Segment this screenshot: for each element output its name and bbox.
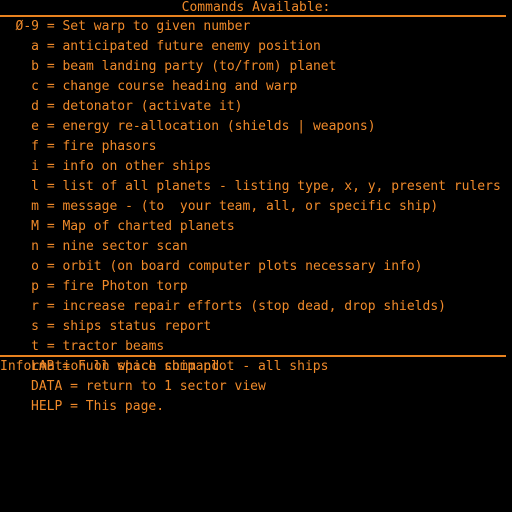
command-row[interactable]: a = anticipated future enemy position xyxy=(0,37,512,57)
page-title: Commands Available: xyxy=(181,0,331,15)
command-row[interactable]: l = list of all planets - listing type, … xyxy=(0,177,512,197)
command-separator: = xyxy=(39,319,63,334)
command-description: orbit (on board computer plots necessary… xyxy=(62,259,423,274)
command-description: Map of charted planets xyxy=(62,219,235,234)
command-row[interactable]: c = change course heading and warp xyxy=(0,77,512,97)
command-row[interactable]: f = fire phasors xyxy=(0,137,512,157)
command-row[interactable]: d = detonator (activate it) xyxy=(0,97,512,117)
command-description: ships status report xyxy=(62,319,212,334)
command-key: M xyxy=(31,219,39,234)
command-row[interactable]: n = nine sector scan xyxy=(0,237,512,257)
command-row[interactable]: M = Map of charted planets xyxy=(0,217,512,237)
command-key: l xyxy=(31,179,39,194)
command-separator: = xyxy=(39,19,63,34)
command-description: beam landing party (to/from) planet xyxy=(62,59,337,74)
command-description: list of all planets - listing type, x, y… xyxy=(62,179,501,194)
terminal-screen: Commands Available: Ø-9 = Set warp to gi… xyxy=(0,0,512,512)
command-row[interactable]: p = fire Photon torp xyxy=(0,277,512,297)
command-key: r xyxy=(31,299,39,314)
command-separator: = xyxy=(39,279,63,294)
command-description: energy re-allocation (shields | weapons) xyxy=(62,119,376,134)
command-separator: = xyxy=(39,179,63,194)
command-description: fire Photon torp xyxy=(62,279,188,294)
command-row[interactable]: b = beam landing party (to/from) planet xyxy=(0,57,512,77)
command-key: e xyxy=(31,119,39,134)
command-description: Set warp to given number xyxy=(62,19,251,34)
command-row[interactable]: o = orbit (on board computer plots neces… xyxy=(0,257,512,277)
command-key: c xyxy=(31,79,39,94)
command-separator: = xyxy=(39,299,63,314)
command-prompt-label: Information on which command xyxy=(0,359,220,374)
command-row[interactable]: DATA = return to 1 sector view xyxy=(0,377,512,397)
command-description: change course heading and warp xyxy=(62,79,298,94)
command-separator: = xyxy=(39,219,63,234)
command-key: t xyxy=(31,339,39,354)
command-description: increase repair efforts (stop dead, drop… xyxy=(62,299,446,314)
command-row[interactable]: r = increase repair efforts (stop dead, … xyxy=(0,297,512,317)
command-key: d xyxy=(31,99,39,114)
command-separator: = xyxy=(39,79,63,94)
command-key: p xyxy=(31,279,39,294)
command-separator: = xyxy=(39,159,63,174)
command-description: tractor beams xyxy=(62,339,165,354)
command-separator: = xyxy=(39,259,63,274)
command-description: nine sector scan xyxy=(62,239,188,254)
command-separator: = xyxy=(39,239,63,254)
command-separator: = xyxy=(62,399,86,414)
command-separator: = xyxy=(39,199,63,214)
command-separator: = xyxy=(39,59,63,74)
command-key: b xyxy=(31,59,39,74)
command-key: f xyxy=(31,139,39,154)
command-row[interactable]: Ø-9 = Set warp to given number xyxy=(0,17,512,37)
command-key: a xyxy=(31,39,39,54)
command-separator: = xyxy=(39,119,63,134)
command-description: info on other ships xyxy=(62,159,212,174)
command-key: DATA xyxy=(31,379,63,394)
command-description: message - (to your team, all, or specifi… xyxy=(62,199,439,214)
command-key: HELP xyxy=(31,399,63,414)
command-key: n xyxy=(31,239,39,254)
command-key: o xyxy=(31,259,39,274)
command-description: fire phasors xyxy=(62,139,157,154)
command-description: anticipated future enemy position xyxy=(62,39,321,54)
command-description: detonator (activate it) xyxy=(62,99,243,114)
command-description: return to 1 sector view xyxy=(85,379,266,394)
command-key: s xyxy=(31,319,39,334)
command-row[interactable]: s = ships status report xyxy=(0,317,512,337)
command-row[interactable]: HELP = This page. xyxy=(0,397,512,417)
command-key: i xyxy=(31,159,39,174)
command-key: Ø-9 xyxy=(15,19,39,34)
command-row[interactable]: t = tractor beams xyxy=(0,337,512,357)
command-separator: = xyxy=(39,39,63,54)
command-separator: = xyxy=(39,99,63,114)
command-row[interactable]: e = energy re-allocation (shields | weap… xyxy=(0,117,512,137)
command-row[interactable]: m = message - (to your team, all, or spe… xyxy=(0,197,512,217)
command-separator: = xyxy=(39,339,63,354)
command-description: This page. xyxy=(85,399,165,414)
command-key: m xyxy=(31,199,39,214)
command-separator: = xyxy=(39,139,63,154)
command-separator: = xyxy=(62,379,86,394)
command-row[interactable]: i = info on other ships xyxy=(0,157,512,177)
